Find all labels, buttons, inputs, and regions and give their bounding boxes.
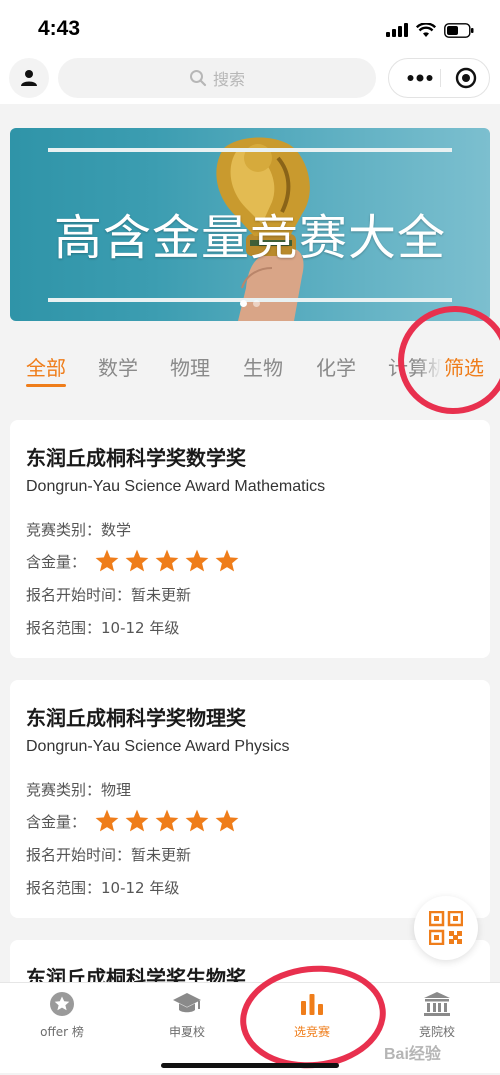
signup-row: 报名开始时间： 暂未更新 xyxy=(26,584,191,605)
close-mini-program-button[interactable] xyxy=(451,59,481,97)
range-label: 报名范围： xyxy=(26,879,102,897)
filter-button[interactable]: 筛选 xyxy=(444,352,484,381)
category-value: 数学 xyxy=(101,521,132,539)
rating-star-icon xyxy=(155,809,179,832)
target-close-icon xyxy=(455,67,477,89)
tab-chemistry[interactable]: 化学 xyxy=(316,352,356,381)
more-dots-icon xyxy=(407,74,433,82)
rating-star-icon xyxy=(95,809,119,832)
tab-biology[interactable]: 生物 xyxy=(243,352,283,381)
tabbar-label: 申夏校 xyxy=(168,1025,205,1039)
card-title: 东润丘成桐科学奖物理奖 xyxy=(26,706,246,730)
tabbar-label: 竞院校 xyxy=(418,1025,455,1039)
banner-pagination xyxy=(10,300,490,307)
home-indicator xyxy=(161,1063,339,1068)
user-icon xyxy=(21,70,37,86)
tabbar-item-summer-school[interactable]: 申夏校 xyxy=(132,989,242,1049)
signal-icon xyxy=(386,23,408,37)
competition-card[interactable]: 东润丘成桐科学奖数学奖 Dongrun-Yau Science Award Ma… xyxy=(10,420,490,658)
battery-icon xyxy=(444,22,474,38)
search-input[interactable]: 搜索 xyxy=(58,58,376,98)
category-label: 竞赛类别： xyxy=(26,781,102,799)
rating-star-icon xyxy=(215,549,239,572)
range-value: 10-12 年级 xyxy=(101,619,180,637)
signup-value: 暂未更新 xyxy=(131,586,192,604)
rating-star-icon xyxy=(95,549,119,572)
status-bar: 4:43 xyxy=(0,0,500,56)
bar-chart-icon xyxy=(297,989,327,1019)
category-tabs: 全部 数学 物理 生物 化学 计算机 筛选 xyxy=(0,340,500,392)
signup-row: 报名开始时间： 暂未更新 xyxy=(26,844,191,865)
range-row: 报名范围： 10-12 年级 xyxy=(26,617,179,638)
card-subtitle: Dongrun-Yau Science Award Physics xyxy=(26,738,290,755)
rating-star-icon xyxy=(215,809,239,832)
card-subtitle: Dongrun-Yau Science Award Mathematics xyxy=(26,478,326,495)
rating-row: 含金量： xyxy=(26,548,240,574)
rating-star-icon xyxy=(185,549,209,572)
signup-label: 报名开始时间： xyxy=(26,846,132,864)
graduation-cap-icon xyxy=(172,989,202,1019)
status-time: 4:43 xyxy=(38,17,81,40)
star-badge-icon xyxy=(47,989,77,1019)
wifi-icon xyxy=(416,22,436,37)
watermark: Bai经验 xyxy=(384,1046,441,1063)
status-icons xyxy=(386,20,474,40)
banner-dot-active[interactable] xyxy=(240,300,247,307)
banner-title: 高含金量竞赛大全 xyxy=(53,210,446,266)
rating-star-icon xyxy=(125,809,149,832)
more-button[interactable] xyxy=(403,59,437,97)
rating-row: 含金量： xyxy=(26,808,240,834)
card-title: 东润丘成桐科学奖数学奖 xyxy=(26,446,246,470)
category-label: 竞赛类别： xyxy=(26,521,102,539)
tabbar-item-competitions[interactable]: 选竞赛 xyxy=(257,989,367,1049)
rating-stars xyxy=(94,548,240,574)
qr-code-button[interactable] xyxy=(414,896,478,960)
qr-code-icon xyxy=(429,911,463,945)
signup-label: 报名开始时间： xyxy=(26,586,132,604)
rating-stars xyxy=(94,808,240,834)
range-label: 报名范围： xyxy=(26,619,102,637)
search-placeholder: 搜索 xyxy=(212,70,245,89)
rating-star-icon xyxy=(185,809,209,832)
banner-dot[interactable] xyxy=(253,300,260,307)
mini-program-capsule xyxy=(388,58,490,98)
range-row: 报名范围： 10-12 年级 xyxy=(26,877,179,898)
school-building-icon xyxy=(422,989,452,1019)
capsule-divider xyxy=(440,69,441,87)
nav-bar: 搜索 xyxy=(0,56,500,104)
signup-value: 暂未更新 xyxy=(131,846,192,864)
rating-label: 含金量： xyxy=(26,812,87,831)
tabbar-label: 选竞赛 xyxy=(293,1025,330,1039)
active-tab-indicator xyxy=(26,384,66,387)
category-value: 物理 xyxy=(101,781,132,799)
category-row: 竞赛类别： 物理 xyxy=(26,779,131,800)
tab-all[interactable]: 全部 xyxy=(26,352,66,381)
category-row: 竞赛类别： 数学 xyxy=(26,519,131,540)
promo-banner[interactable]: 高含金量竞赛大全 xyxy=(10,128,490,321)
banner-rule-top xyxy=(48,148,452,152)
competition-card[interactable]: 东润丘成桐科学奖物理奖 Dongrun-Yau Science Award Ph… xyxy=(10,680,490,918)
tab-math[interactable]: 数学 xyxy=(98,352,138,381)
rating-star-icon xyxy=(125,549,149,572)
rating-label: 含金量： xyxy=(26,552,87,571)
search-icon xyxy=(189,70,207,87)
rating-star-icon xyxy=(155,549,179,572)
profile-button[interactable] xyxy=(9,58,49,98)
range-value: 10-12 年级 xyxy=(101,879,180,897)
tab-physics[interactable]: 物理 xyxy=(170,352,210,381)
tabbar-item-offer-ranking[interactable]: offer 榜 xyxy=(7,989,117,1049)
tabbar-label: offer 榜 xyxy=(40,1025,84,1039)
